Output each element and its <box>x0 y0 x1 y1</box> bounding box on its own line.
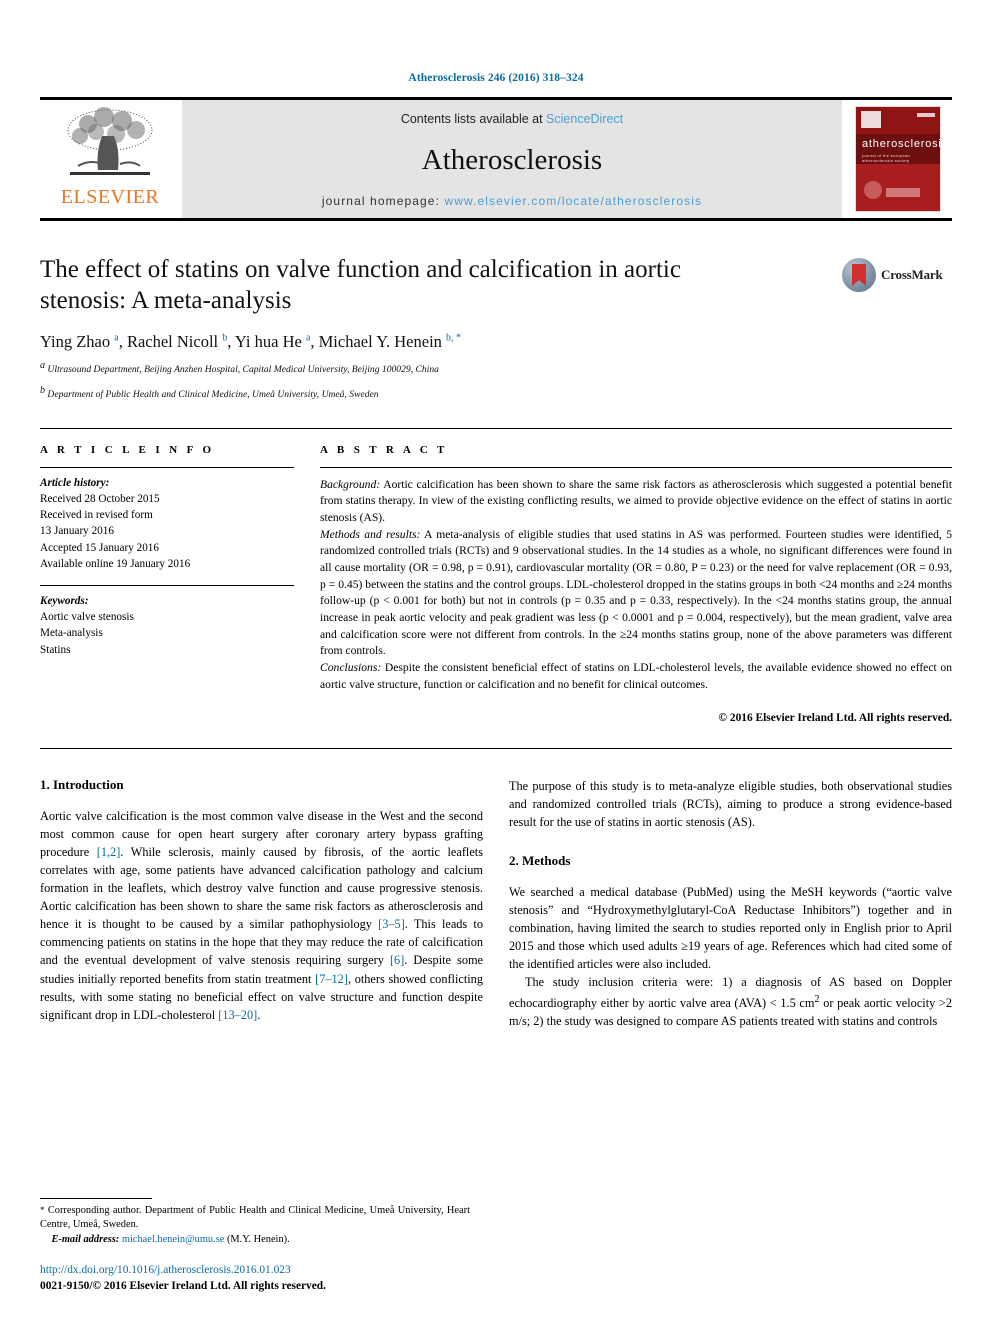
journal-title: Atherosclerosis <box>421 143 603 176</box>
contents-line: Contents lists available at ScienceDirec… <box>401 112 623 126</box>
abstract-methods: Methods and results: A meta-analysis of … <box>320 527 952 661</box>
methods-p1-text: We searched a medical database (PubMed) … <box>509 885 952 972</box>
keyword-item: Aortic valve stenosis <box>40 611 134 624</box>
history-item: Available online 19 January 2016 <box>40 557 191 570</box>
keyword-item: Meta-analysis <box>40 627 103 640</box>
cover-elsevier-mark <box>861 111 881 128</box>
crossmark-label: CrossMark <box>881 267 943 282</box>
abstract-copyright: © 2016 Elsevier Ireland Ltd. All rights … <box>718 711 952 724</box>
citation-13-20[interactable]: [13–20] <box>218 1008 257 1022</box>
abstract-background: Background: Aortic calcification has bee… <box>320 477 952 527</box>
affiliation-a: a Ultrasound Department, Beijing Anzhen … <box>40 360 439 376</box>
abstract-conclusions-label: Conclusions: <box>320 661 382 675</box>
info-abstract-region: A R T I C L E I N F O Article history: R… <box>40 427 952 726</box>
email-note: E-mail address: michael.henein@umu.se (M… <box>40 1233 470 1248</box>
history-item: Received in revised form <box>40 509 153 522</box>
cover-society-seal <box>864 181 882 199</box>
homepage-url-link[interactable]: www.elsevier.com/locate/atherosclerosis <box>444 194 702 208</box>
author-list: Ying Zhao a, Rachel Nicoll b, Yi hua He … <box>40 332 462 351</box>
doi-block: http://dx.doi.org/10.1016/j.atherosclero… <box>40 1262 470 1295</box>
elsevier-tree-icon <box>58 106 162 186</box>
intro-paragraph-1: Aortic valve calcification is the most c… <box>40 807 483 1024</box>
citation-3-5[interactable]: [3–5] <box>378 917 405 931</box>
email-label: E-mail address: <box>51 1234 120 1246</box>
citation-6[interactable]: [6] <box>390 953 404 967</box>
journal-masthead: ELSEVIER Contents lists available at Sci… <box>40 97 952 218</box>
footnotes-region: * Corresponding author. Department of Pu… <box>40 1197 470 1295</box>
abstract-conclusions: Conclusions: Despite the consistent bene… <box>320 660 952 693</box>
intro-text-f: . <box>257 1007 261 1022</box>
history-item: Received 28 October 2015 <box>40 492 160 505</box>
methods-paragraph-2: The study inclusion criteria were: 1) a … <box>509 973 952 1029</box>
body-separator-rule <box>40 747 952 749</box>
crossmark-badge[interactable]: CrossMark <box>842 258 952 292</box>
abstract-background-label: Background: <box>320 477 381 491</box>
article-info-column: A R T I C L E I N F O Article history: R… <box>40 429 294 726</box>
corresponding-author-text: Corresponding author. Department of Publ… <box>40 1204 470 1231</box>
elsevier-wordmark: ELSEVIER <box>60 186 160 208</box>
journal-cover-thumbnail: atherosclerosis journal of the european … <box>844 100 952 218</box>
intro-paragraph-2: The purpose of this study is to meta-ana… <box>509 777 952 831</box>
masthead-center: Contents lists available at ScienceDirec… <box>182 100 842 218</box>
email-link[interactable]: michael.henein@umu.se <box>122 1234 224 1245</box>
contents-prefix: Contents lists available at <box>400 112 547 126</box>
cover-journal-title: atherosclerosis <box>862 138 941 150</box>
affiliation-a-text: Ultrasound Department, Beijing Anzhen Ho… <box>47 364 439 376</box>
cover-barcode <box>917 113 935 117</box>
running-head: Atherosclerosis 246 (2016) 318–324 <box>408 72 584 84</box>
doi-link[interactable]: http://dx.doi.org/10.1016/j.atherosclero… <box>40 1262 470 1279</box>
intro-p2-text: The purpose of this study is to meta-ana… <box>509 778 952 830</box>
crossmark-icon <box>842 258 876 292</box>
citation-1-2[interactable]: [1,2] <box>97 845 121 859</box>
abstract-conclusions-text: Despite the consistent beneficial effect… <box>320 661 952 691</box>
affiliation-b-text: Department of Public Health and Clinical… <box>47 388 379 400</box>
abstract-methods-text: A meta-analysis of eligible studies that… <box>320 527 953 658</box>
body-column-right: The purpose of this study is to meta-ana… <box>509 777 952 1030</box>
title-block: The effect of statins on valve function … <box>40 255 952 402</box>
paper-page: Atherosclerosis 246 (2016) 318–324 ELSEV… <box>0 0 992 1323</box>
keyword-item: Statins <box>40 643 71 656</box>
footnote-rule <box>40 1197 152 1199</box>
issn-copyright-line: 0021-9150/© 2016 Elsevier Ireland Ltd. A… <box>40 1280 326 1293</box>
corresponding-author-note: * Corresponding author. Department of Pu… <box>40 1204 470 1234</box>
article-history: Article history: Received 28 October 201… <box>40 475 294 572</box>
body-columns: 1. Introduction Aortic valve calcificati… <box>40 777 952 1030</box>
cover-journal-subtitle: journal of the european atherosclerosis … <box>862 153 911 163</box>
elsevier-logo: ELSEVIER <box>40 100 180 218</box>
email-owner: (M.Y. Henein). <box>224 1234 290 1246</box>
abstract-heading: A B S T R A C T <box>320 443 448 456</box>
affiliation-b: b Department of Public Health and Clinic… <box>40 384 379 400</box>
masthead-bottom-rule <box>40 218 952 221</box>
article-keywords: Keywords: Aortic valve stenosis Meta-ana… <box>40 585 294 658</box>
sciencedirect-link[interactable]: ScienceDirect <box>546 112 623 126</box>
history-item: 13 January 2016 <box>40 525 114 538</box>
article-info-heading: A R T I C L E I N F O <box>40 443 215 456</box>
history-item: Accepted 15 January 2016 <box>40 541 159 554</box>
body-column-left: 1. Introduction Aortic valve calcificati… <box>40 777 483 1030</box>
cover-society-text <box>886 188 920 197</box>
methods-paragraph-1: We searched a medical database (PubMed) … <box>509 883 952 973</box>
article-history-group: Article history: Received 28 October 201… <box>40 468 294 658</box>
section-heading-introduction: 1. Introduction <box>40 776 124 792</box>
article-history-label: Article history: <box>40 476 110 489</box>
page-title: The effect of statins on valve function … <box>40 256 681 314</box>
citation-7-12[interactable]: [7–12] <box>315 972 348 986</box>
keywords-label: Keywords: <box>40 595 89 607</box>
abstract-methods-label: Methods and results: <box>320 527 421 541</box>
journal-homepage: journal homepage: www.elsevier.com/locat… <box>322 194 702 208</box>
cover-image: atherosclerosis journal of the european … <box>855 106 941 212</box>
abstract-background-text: Aortic calcification has been shown to s… <box>320 477 952 524</box>
section-heading-methods: 2. Methods <box>509 853 571 869</box>
abstract-column: A B S T R A C T Background: Aortic calci… <box>320 429 952 726</box>
homepage-prefix: journal homepage: <box>321 194 445 208</box>
abstract-body: Background: Aortic calcification has bee… <box>320 468 952 726</box>
